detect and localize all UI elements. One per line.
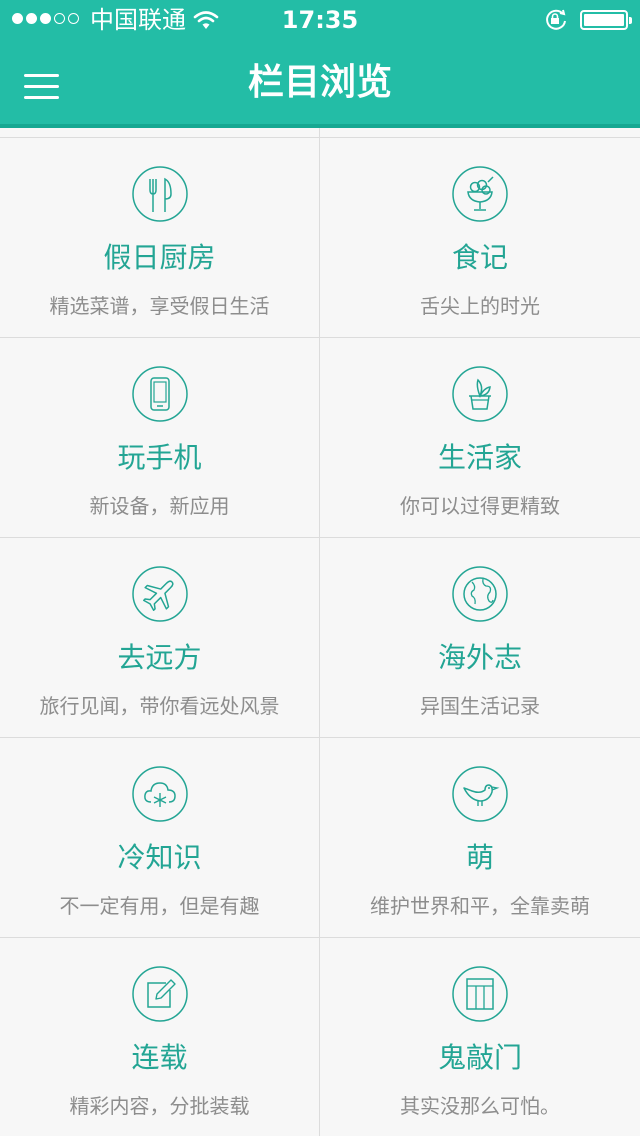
bird-icon [452,766,508,822]
category-cell-travel[interactable]: 去远方 旅行见闻，带你看远处风景 [0,538,320,737]
category-subtitle: 你可以过得更精致 [400,494,560,518]
grid-top-strip [0,128,640,138]
category-cell-lifestyle[interactable]: 生活家 你可以过得更精致 [320,338,640,537]
category-title: 萌 [465,841,494,874]
category-title: 生活家 [437,441,522,474]
plant-pot-icon [452,366,508,422]
battery-icon [580,10,632,30]
fork-knife-icon [132,166,188,222]
edit-note-icon [132,966,188,1022]
status-bar: 中国联通 17:35 [0,0,640,40]
category-title: 冷知识 [117,841,202,874]
door-icon [452,966,508,1022]
ice-cream-icon [452,166,508,222]
category-subtitle: 旅行见闻，带你看远处风景 [39,694,280,718]
phone-icon [132,366,188,422]
category-title: 海外志 [437,641,522,674]
category-grid: 假日厨房 精选菜谱，享受假日生活 食记 舌尖上的时光 玩手机 新设备，新应用 生… [0,138,640,1136]
category-subtitle: 精彩内容，分批装载 [69,1094,250,1118]
category-cell-serial[interactable]: 连载 精彩内容，分批装载 [0,938,320,1136]
category-subtitle: 异国生活记录 [420,694,540,718]
globe-icon [452,566,508,622]
category-subtitle: 其实没那么可怕。 [400,1094,560,1118]
category-title: 去远方 [117,641,202,674]
category-cell-cute[interactable]: 萌 维护世界和平，全靠卖萌 [320,738,640,937]
category-title: 食记 [451,241,508,274]
category-cell-ghost[interactable]: 鬼敲门 其实没那么可怕。 [320,938,640,1136]
category-cell-holiday-kitchen[interactable]: 假日厨房 精选菜谱，享受假日生活 [0,138,320,337]
category-title: 鬼敲门 [437,1041,522,1074]
category-subtitle: 不一定有用，但是有趣 [59,894,260,918]
category-title: 玩手机 [117,441,202,474]
category-cell-trivia[interactable]: 冷知识 不一定有用，但是有趣 [0,738,320,937]
snow-cloud-icon [132,766,188,822]
category-subtitle: 精选菜谱，享受假日生活 [49,294,270,318]
category-cell-phones[interactable]: 玩手机 新设备，新应用 [0,338,320,537]
category-cell-overseas[interactable]: 海外志 异国生活记录 [320,538,640,737]
category-subtitle: 新设备，新应用 [89,494,230,518]
category-title: 连载 [131,1041,188,1074]
category-subtitle: 舌尖上的时光 [420,294,540,318]
category-subtitle: 维护世界和平，全靠卖萌 [370,894,590,918]
page-title: 栏目浏览 [247,62,392,103]
rotation-lock-icon [544,9,568,35]
airplane-icon [132,566,188,622]
category-cell-food-diary[interactable]: 食记 舌尖上的时光 [320,138,640,337]
navigation-bar: 栏目浏览 [0,40,640,128]
category-title: 假日厨房 [103,241,216,274]
